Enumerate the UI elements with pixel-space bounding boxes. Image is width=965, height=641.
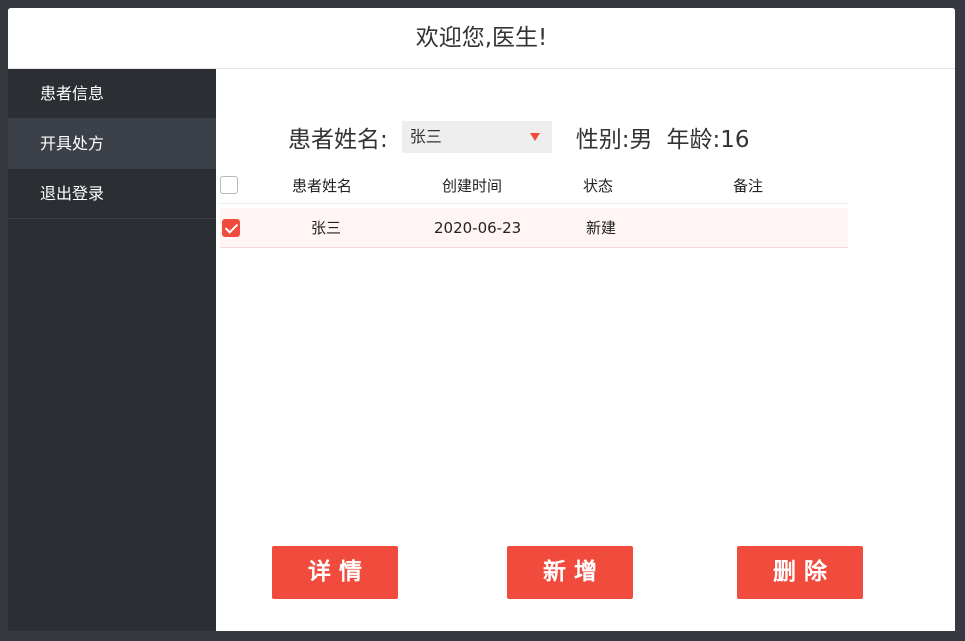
sidebar-item-prescribe[interactable]: 开具处方 (8, 119, 216, 169)
patient-select-value: 张三 (409, 127, 442, 146)
column-header-created: 创建时间 (442, 176, 503, 195)
column-header-status: 状态 (583, 176, 614, 195)
detail-button[interactable]: 详情 (272, 546, 398, 599)
select-all-checkbox[interactable] (220, 176, 238, 194)
sidebar: 患者信息 开具处方 退出登录 (8, 69, 216, 631)
app-window: 欢迎您,医生! 患者信息 开具处方 退出登录 患者姓名: 张三 性别:男 年龄:… (8, 8, 955, 631)
row-patient-name: 张三 (311, 219, 342, 237)
select-all-cell (220, 167, 238, 203)
row-status: 新建 (586, 219, 617, 237)
sidebar-item-patient-info[interactable]: 患者信息 (8, 69, 216, 119)
add-button[interactable]: 新增 (507, 546, 633, 599)
prescription-table: 患者姓名 创建时间 状态 备注 张三 2020-06-23 新建 (220, 167, 848, 248)
patient-gender: 性别:男 (575, 127, 653, 153)
row-checkbox-cell (222, 208, 240, 247)
patient-select[interactable]: 张三 (401, 121, 552, 153)
column-header-note: 备注 (733, 176, 764, 195)
caret-down-icon (529, 133, 540, 141)
patient-name-label: 患者姓名: (288, 127, 388, 153)
table-row[interactable]: 张三 2020-06-23 新建 (220, 208, 848, 248)
table-header: 患者姓名 创建时间 状态 备注 (220, 167, 848, 204)
column-header-name: 患者姓名 (292, 176, 353, 195)
row-checkbox[interactable] (222, 218, 240, 237)
page-title: 欢迎您,医生! (8, 8, 955, 69)
delete-button[interactable]: 删除 (737, 546, 863, 599)
row-created-date: 2020-06-23 (434, 218, 522, 237)
patient-bar: 患者姓名: 张三 性别:男 年龄:16 (288, 121, 750, 153)
patient-age: 年龄:16 (666, 127, 750, 153)
sidebar-item-logout[interactable]: 退出登录 (8, 169, 216, 219)
main-content: 患者姓名: 张三 性别:男 年龄:16 患者姓名 创建时间 状态 备注 张三 2… (216, 69, 955, 631)
